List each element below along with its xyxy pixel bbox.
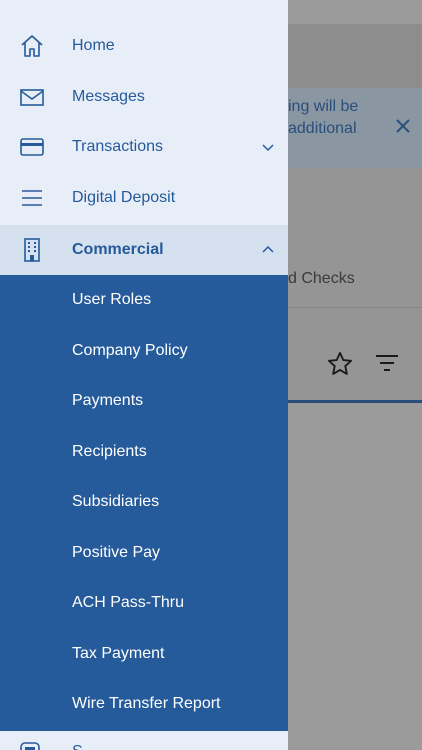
banner-line-2: additional bbox=[288, 120, 357, 137]
building-icon bbox=[18, 236, 46, 264]
submenu-label: User Roles bbox=[72, 291, 152, 308]
menu-label: S bbox=[72, 743, 83, 750]
commercial-submenu: User Roles Company Policy Payments Recip… bbox=[0, 275, 288, 731]
envelope-icon bbox=[18, 83, 46, 111]
submenu-item-tax-payment[interactable]: Tax Payment bbox=[0, 629, 288, 679]
filter-icon[interactable] bbox=[374, 352, 400, 374]
home-icon bbox=[18, 32, 46, 60]
menu-label: Digital Deposit bbox=[72, 189, 176, 206]
navigation-drawer: Home Messages Transactions Digital Depos… bbox=[0, 0, 288, 750]
menu-label: Messages bbox=[72, 88, 145, 105]
submenu-item-ach-pass-thru[interactable]: ACH Pass-Thru bbox=[0, 578, 288, 628]
submenu-label: Company Policy bbox=[72, 342, 188, 359]
tab-underline bbox=[288, 400, 422, 403]
credit-card-icon bbox=[18, 133, 46, 161]
menu-item-partial[interactable]: S bbox=[0, 731, 288, 750]
menu-item-home[interactable]: Home bbox=[0, 21, 288, 71]
submenu-label: Wire Transfer Report bbox=[72, 695, 221, 712]
menu-item-digital-deposit[interactable]: Digital Deposit bbox=[0, 173, 288, 223]
menu-lines-icon bbox=[18, 184, 46, 212]
submenu-item-recipients[interactable]: Recipients bbox=[0, 427, 288, 477]
menu-item-commercial[interactable]: Commercial bbox=[0, 225, 288, 275]
menu-label: Home bbox=[72, 37, 115, 54]
submenu-label: Tax Payment bbox=[72, 645, 165, 662]
submenu-label: ACH Pass-Thru bbox=[72, 594, 185, 611]
submenu-label: Payments bbox=[72, 392, 144, 409]
menu-item-transactions[interactable]: Transactions bbox=[0, 122, 288, 172]
submenu-item-positive-pay[interactable]: Positive Pay bbox=[0, 528, 288, 578]
banner-text: ing will be additional bbox=[288, 96, 383, 140]
submenu-label: Subsidiaries bbox=[72, 493, 160, 510]
star-icon[interactable] bbox=[326, 350, 354, 378]
submenu-item-user-roles[interactable]: User Roles bbox=[0, 275, 288, 325]
submenu-item-company-policy[interactable]: Company Policy bbox=[0, 326, 288, 376]
banner-line-1: ing will be bbox=[288, 98, 359, 115]
submenu-label: Recipients bbox=[72, 443, 147, 460]
device-icon bbox=[18, 739, 46, 750]
submenu-label: Positive Pay bbox=[72, 544, 161, 561]
close-icon[interactable] bbox=[393, 118, 413, 138]
tab-checks[interactable]: d Checks bbox=[288, 270, 355, 288]
submenu-item-subsidiaries[interactable]: Subsidiaries bbox=[0, 477, 288, 527]
chevron-up-icon[interactable] bbox=[260, 242, 276, 258]
menu-item-messages[interactable]: Messages bbox=[0, 72, 288, 122]
menu-label: Transactions bbox=[72, 138, 163, 155]
chevron-down-icon[interactable] bbox=[260, 139, 276, 155]
submenu-item-wire-transfer-report[interactable]: Wire Transfer Report bbox=[0, 679, 288, 729]
submenu-item-payments[interactable]: Payments bbox=[0, 376, 288, 426]
menu-label: Commercial bbox=[72, 241, 164, 258]
